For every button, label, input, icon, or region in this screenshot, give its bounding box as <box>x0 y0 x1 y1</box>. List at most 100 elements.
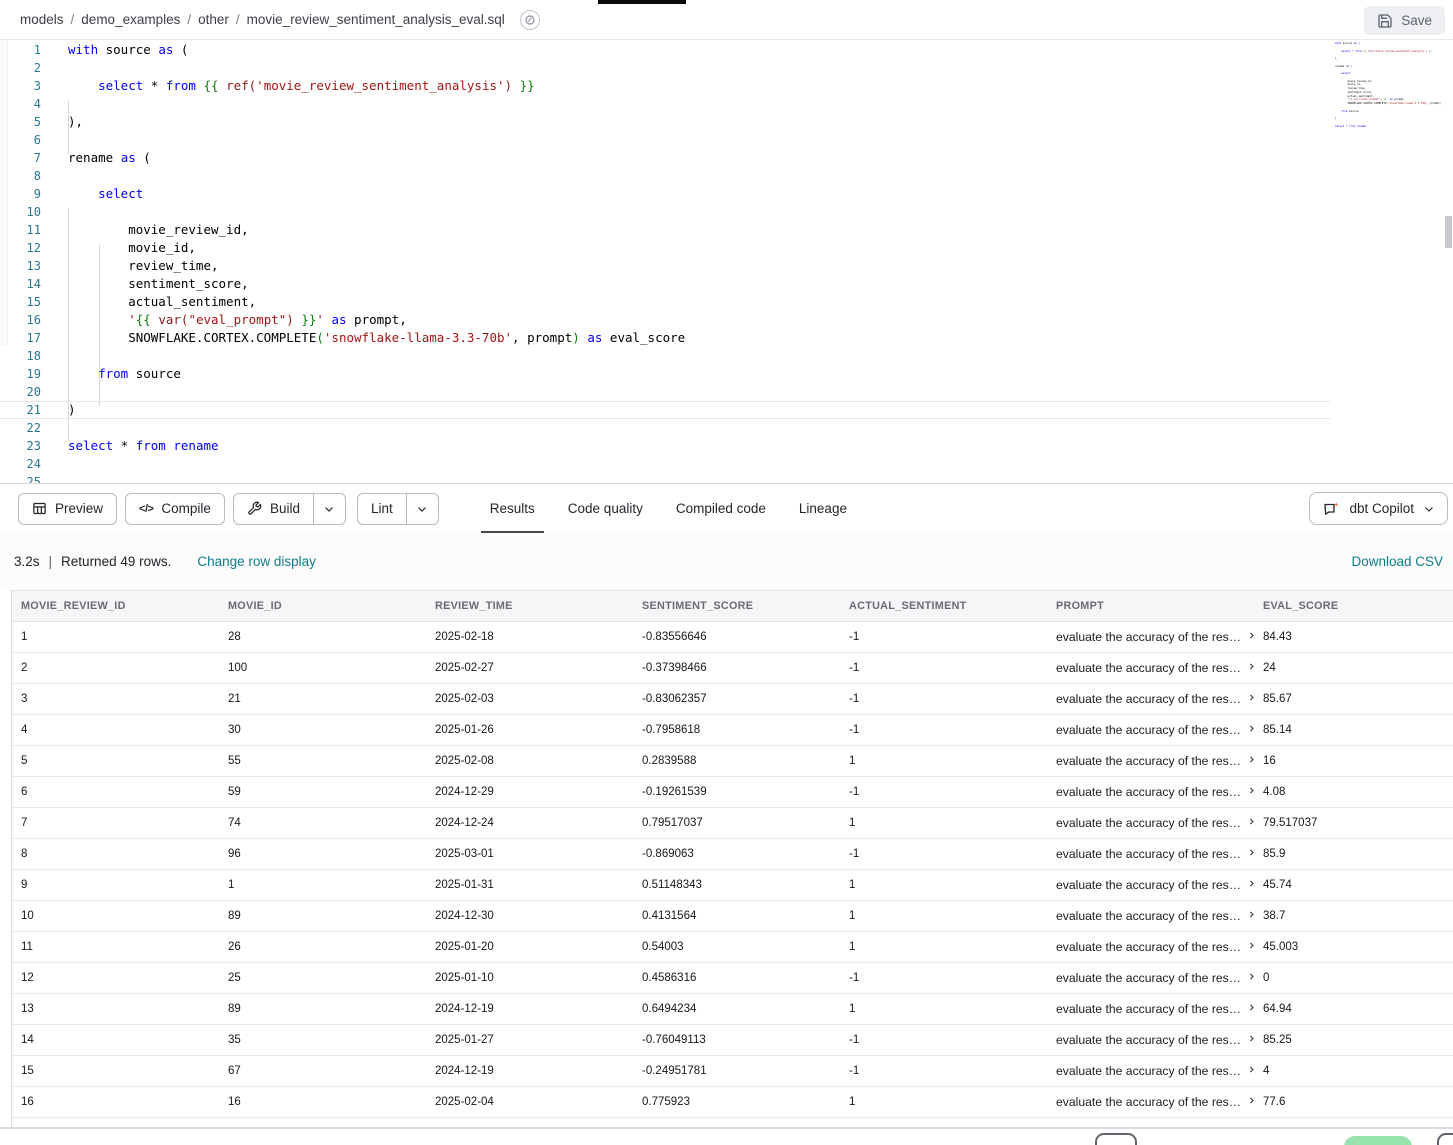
minimap[interactable]: with source as ( select * from {{ ref('m… <box>1333 42 1443 480</box>
cell-prompt[interactable]: evaluate the accuracy of the res… <box>1047 684 1254 715</box>
editor-line[interactable]: 14 sentiment_score, <box>0 275 1330 293</box>
editor-line[interactable]: 20 <box>0 383 1330 401</box>
tab-compiled-code[interactable]: Compiled code <box>667 484 775 534</box>
cell-eval_score: 85.14 <box>1254 715 1453 746</box>
expand-chevron-icon[interactable] <box>1247 1003 1254 1012</box>
tab-lineage[interactable]: Lineage <box>790 484 856 534</box>
editor-line[interactable]: 9 select <box>0 185 1330 203</box>
save-button[interactable]: Save <box>1364 6 1445 35</box>
expand-chevron-icon[interactable] <box>1247 693 1254 702</box>
editor-line[interactable]: 6 <box>0 131 1330 149</box>
editor-line[interactable]: 5), <box>0 113 1330 131</box>
preview-button[interactable]: Preview <box>18 493 117 525</box>
editor-line[interactable]: 12 movie_id, <box>0 239 1330 257</box>
expand-chevron-icon[interactable] <box>1247 662 1254 671</box>
footer-partial-button[interactable] <box>1437 1133 1453 1145</box>
table-row: 1282025-02-18-0.83556646-1evaluate the a… <box>12 622 1453 653</box>
expand-chevron-icon[interactable] <box>1247 724 1254 733</box>
dbt-copilot-button[interactable]: dbt Copilot <box>1309 492 1448 525</box>
editor-line[interactable]: 21) <box>0 401 1330 419</box>
cell-prompt[interactable]: evaluate the accuracy of the res… <box>1047 1025 1254 1056</box>
editor-scrollbar[interactable] <box>1445 216 1452 248</box>
line-number: 2 <box>0 59 41 77</box>
expand-chevron-icon[interactable] <box>1247 848 1254 857</box>
lint-button[interactable]: Lint <box>357 493 407 525</box>
wrench-icon <box>247 501 262 516</box>
cell-sentiment_score: 0.775923 <box>633 1087 840 1118</box>
table-row: 10892024-12-300.41315641evaluate the acc… <box>12 901 1453 932</box>
expand-chevron-icon[interactable] <box>1247 1034 1254 1043</box>
editor-line[interactable]: 24 <box>0 455 1330 473</box>
editor-line[interactable]: 11 movie_review_id, <box>0 221 1330 239</box>
compile-button[interactable]: </> Compile <box>125 493 225 525</box>
cell-prompt[interactable]: evaluate the accuracy of the res… <box>1047 808 1254 839</box>
footer-partial-button[interactable] <box>1095 1133 1137 1145</box>
editor-line[interactable]: 23select * from rename <box>0 437 1330 455</box>
build-button[interactable]: Build <box>233 493 314 525</box>
expand-chevron-icon[interactable] <box>1247 879 1254 888</box>
breadcrumb-item-other[interactable]: other <box>198 12 229 27</box>
footer-green-pill[interactable] <box>1344 1136 1412 1145</box>
lint-dropdown-button[interactable] <box>407 493 439 525</box>
expand-chevron-icon[interactable] <box>1247 786 1254 795</box>
cell-actual_sentiment: 1 <box>840 994 1047 1025</box>
editor-line[interactable]: 10 <box>0 203 1330 221</box>
tab-code-quality[interactable]: Code quality <box>559 484 652 534</box>
file-status-icon[interactable] <box>520 10 540 30</box>
download-csv-link[interactable]: Download CSV <box>1351 554 1443 569</box>
editor-line[interactable]: 17 SNOWFLAKE.CORTEX.COMPLETE('snowflake-… <box>0 329 1330 347</box>
cell-review_time: 2024-12-19 <box>426 1056 633 1087</box>
editor-line[interactable]: 22 <box>0 419 1330 437</box>
cell-prompt[interactable]: evaluate the accuracy of the res… <box>1047 1056 1254 1087</box>
cell-prompt[interactable]: evaluate the accuracy of the res… <box>1047 932 1254 963</box>
expand-chevron-icon[interactable] <box>1247 910 1254 919</box>
cell-actual_sentiment: 1 <box>840 901 1047 932</box>
cell-sentiment_score: -0.83556646 <box>633 622 840 653</box>
tab-results[interactable]: Results <box>481 484 544 534</box>
table-row: 11262025-01-200.540031evaluate the accur… <box>12 932 1453 963</box>
cell-eval_score: 45.74 <box>1254 870 1453 901</box>
editor-line[interactable]: 15 actual_sentiment, <box>0 293 1330 311</box>
cell-prompt[interactable]: evaluate the accuracy of the res… <box>1047 839 1254 870</box>
expand-chevron-icon[interactable] <box>1247 972 1254 981</box>
expand-chevron-icon[interactable] <box>1247 1065 1254 1074</box>
editor-line[interactable]: 1with source as ( <box>0 41 1330 59</box>
cell-sentiment_score: 0.54003 <box>633 932 840 963</box>
editor-line[interactable]: 18 <box>0 347 1330 365</box>
breadcrumb-item-models[interactable]: models <box>20 12 64 27</box>
build-dropdown-button[interactable] <box>314 493 346 525</box>
breadcrumb-item-filename[interactable]: movie_review_sentiment_analysis_eval.sql <box>247 12 505 27</box>
expand-chevron-icon[interactable] <box>1247 631 1254 640</box>
cell-eval_score: 85.25 <box>1254 1025 1453 1056</box>
editor-line[interactable]: 2 <box>0 59 1330 77</box>
editor-line[interactable]: 8 <box>0 167 1330 185</box>
table-row: 912025-01-310.511483431evaluate the accu… <box>12 870 1453 901</box>
cell-prompt[interactable]: evaluate the accuracy of the res… <box>1047 777 1254 808</box>
cell-prompt[interactable]: evaluate the accuracy of the res… <box>1047 963 1254 994</box>
code-editor[interactable]: 1with source as (23 select * from {{ ref… <box>0 40 1453 483</box>
cell-prompt[interactable]: evaluate the accuracy of the res… <box>1047 994 1254 1025</box>
editor-line[interactable]: 3 select * from {{ ref('movie_review_sen… <box>0 77 1330 95</box>
editor-line[interactable]: 4 <box>0 95 1330 113</box>
cell-prompt[interactable]: evaluate the accuracy of the res… <box>1047 746 1254 777</box>
cell-prompt[interactable]: evaluate the accuracy of the res… <box>1047 622 1254 653</box>
editor-line[interactable]: 13 review_time, <box>0 257 1330 275</box>
expand-chevron-icon[interactable] <box>1247 755 1254 764</box>
cell-prompt[interactable]: evaluate the accuracy of the res… <box>1047 870 1254 901</box>
editor-line[interactable]: 7rename as ( <box>0 149 1330 167</box>
editor-line[interactable]: 19 from source <box>0 365 1330 383</box>
change-row-display-link[interactable]: Change row display <box>197 554 316 569</box>
query-elapsed-time: 3.2s <box>14 554 40 569</box>
expand-chevron-icon[interactable] <box>1247 941 1254 950</box>
cell-prompt[interactable]: evaluate the accuracy of the res… <box>1047 653 1254 684</box>
editor-line[interactable]: 25 <box>0 473 1330 483</box>
editor-line[interactable]: 16 '{{ var("eval_prompt") }}' as prompt, <box>0 311 1330 329</box>
cell-prompt[interactable]: evaluate the accuracy of the res… <box>1047 1118 1254 1128</box>
cell-prompt[interactable]: evaluate the accuracy of the res… <box>1047 901 1254 932</box>
cell-prompt[interactable]: evaluate the accuracy of the res… <box>1047 1087 1254 1118</box>
minimap-line: select * from {{ ref('movie_review_senti… <box>1333 50 1443 54</box>
expand-chevron-icon[interactable] <box>1247 1096 1254 1105</box>
cell-prompt[interactable]: evaluate the accuracy of the res… <box>1047 715 1254 746</box>
breadcrumb-item-demo-examples[interactable]: demo_examples <box>81 12 180 27</box>
expand-chevron-icon[interactable] <box>1247 817 1254 826</box>
